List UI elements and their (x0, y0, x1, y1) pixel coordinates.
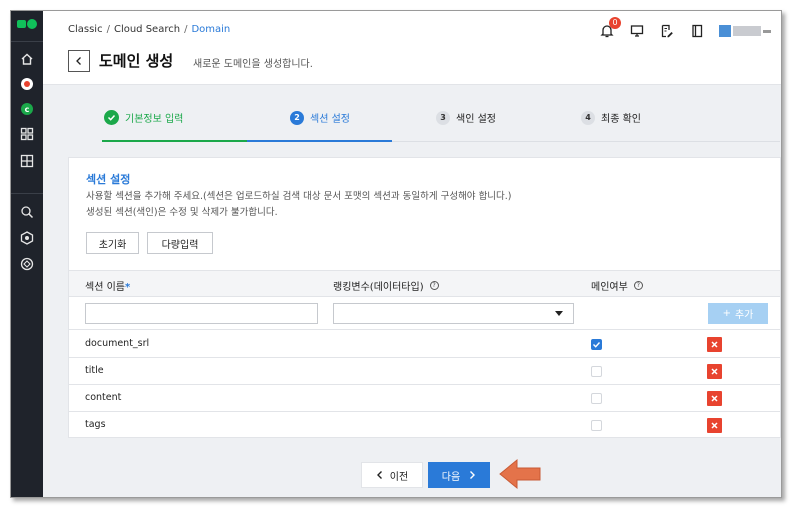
description-line: 생성된 섹션(색인)은 수정 및 삭제가 불가합니다. (86, 207, 278, 218)
step-progress-active (247, 140, 392, 142)
ranking-type-select[interactable] (333, 303, 574, 324)
column-header-ranking: 랭킹변수(데이터타입)? (333, 278, 439, 293)
edit-document-icon[interactable] (659, 23, 675, 39)
required-mark: * (124, 282, 131, 293)
page-header: Classic / Cloud Search / Domain 도메인 생성 새로운 도… (43, 11, 781, 85)
header-toolbar: 0 (599, 17, 773, 39)
step-number: 2 (290, 110, 304, 125)
close-icon (711, 395, 718, 402)
wizard-stepper: 기본정보 입력 2 섹션 설정 3 색인 설정 4 최종 확인 (102, 105, 780, 143)
svg-text:c: c (25, 105, 30, 114)
annotation-arrow-icon (499, 458, 541, 490)
delete-button[interactable] (707, 391, 722, 406)
page-description: 새로운 도메인을 생성합니다. (193, 59, 313, 70)
step-number: 4 (581, 110, 595, 125)
page-title: 도메인 생성 (99, 52, 174, 70)
book-icon[interactable] (689, 23, 705, 39)
bulk-input-button[interactable]: 다량입력 (147, 232, 213, 254)
notification-badge: 0 (609, 17, 621, 29)
settings-hex-icon[interactable] (19, 230, 35, 246)
section-name-input[interactable] (85, 303, 318, 324)
step-label: 기본정보 입력 (125, 114, 184, 125)
next-button[interactable]: 다음 (428, 462, 490, 488)
logo (17, 19, 37, 29)
check-icon (104, 110, 119, 125)
chevron-left-icon (376, 471, 382, 479)
section-name: tags (85, 419, 106, 430)
caret-down-icon (555, 311, 563, 316)
column-header-main: 메인여부? (591, 278, 643, 293)
table-row: tags (69, 412, 780, 439)
step-index-setup: 3 색인 설정 (436, 110, 496, 125)
cycle-icon[interactable] (19, 256, 35, 272)
grid-icon[interactable] (19, 126, 35, 142)
section-title: 섹션 설정 (86, 173, 131, 186)
section-name: document_srl (85, 338, 150, 349)
description-line: 사용할 섹션을 추가해 주세요.(섹션은 업로드하실 검색 대상 문서 포맷의 … (86, 191, 512, 202)
step-label: 색인 설정 (456, 114, 496, 125)
plus-icon: + (722, 308, 731, 319)
reset-button[interactable]: 초기화 (86, 232, 139, 254)
home-icon[interactable] (19, 51, 35, 67)
back-button[interactable] (68, 50, 90, 72)
section-description: 사용할 섹션을 추가해 주세요.(섹션은 업로드하실 검색 대상 문서 포맷의 … (86, 189, 512, 221)
close-icon (711, 341, 718, 348)
chart-grid-icon[interactable] (19, 153, 35, 169)
new-section-row: + 추가 (69, 298, 780, 330)
check-icon (593, 342, 601, 348)
flag-icon[interactable] (19, 76, 35, 92)
step-label: 섹션 설정 (310, 114, 350, 125)
main-checkbox[interactable] (591, 339, 602, 350)
delete-button[interactable] (707, 337, 722, 352)
add-button[interactable]: + 추가 (708, 303, 768, 324)
service-c-icon[interactable]: c (19, 101, 35, 117)
sidebar-divider (11, 193, 43, 194)
section-name: title (85, 365, 104, 376)
bell-icon[interactable]: 0 (599, 17, 621, 39)
main-checkbox[interactable] (591, 393, 602, 404)
help-icon[interactable]: ? (633, 281, 643, 290)
step-basic-info: 기본정보 입력 (104, 110, 183, 125)
chevron-left-icon (76, 57, 81, 65)
sidebar-divider (11, 41, 43, 42)
search-user-icon[interactable] (19, 204, 35, 220)
close-icon (711, 422, 718, 429)
section-name: content (85, 392, 122, 403)
step-label: 최종 확인 (601, 114, 641, 125)
table-row: title (69, 358, 780, 385)
app-window: c Classic / Cloud Search / Domain 도메인 생성 새로운… (10, 10, 782, 498)
table-row: content (69, 385, 780, 412)
step-progress-done (102, 140, 247, 142)
main-checkbox[interactable] (591, 366, 602, 377)
table-header: 섹션 이름* 랭킹변수(데이터타입)? 메인여부? (69, 270, 780, 297)
breadcrumb-current: Domain (191, 24, 231, 35)
breadcrumb-item-classic[interactable]: Classic (68, 24, 103, 35)
step-number: 3 (436, 110, 450, 125)
main-checkbox[interactable] (591, 420, 602, 431)
delete-button[interactable] (707, 418, 722, 433)
breadcrumb-item-cloud-search[interactable]: Cloud Search (114, 24, 180, 35)
chevron-right-icon (470, 471, 476, 479)
prev-button[interactable]: 이전 (361, 462, 423, 488)
breadcrumb: Classic / Cloud Search / Domain (68, 24, 231, 35)
close-icon (711, 368, 718, 375)
avatar[interactable] (719, 24, 773, 38)
monitor-icon[interactable] (629, 23, 645, 39)
help-icon[interactable]: ? (429, 281, 439, 290)
step-final-check: 4 최종 확인 (581, 110, 641, 125)
sidebar: c (11, 11, 43, 497)
step-section-setup: 2 섹션 설정 (290, 110, 350, 125)
section-settings-card: 섹션 설정 사용할 섹션을 추가해 주세요.(섹션은 업로드하실 검색 대상 문… (68, 157, 781, 438)
column-header-name: 섹션 이름* (85, 282, 131, 293)
table-row: document_srl (69, 331, 780, 358)
delete-button[interactable] (707, 364, 722, 379)
